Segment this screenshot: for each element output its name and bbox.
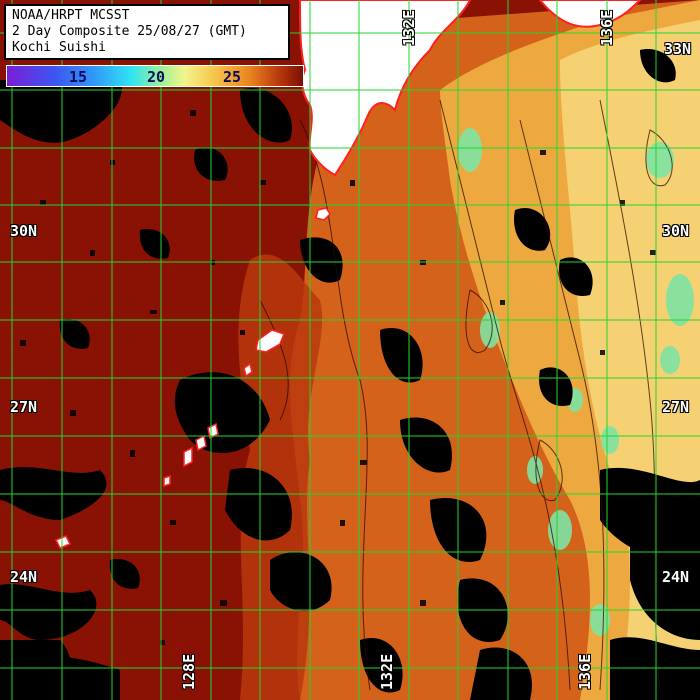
composite-date: 2 Day Composite 25/08/27 (GMT): [12, 24, 247, 39]
lat-label-33n-right: 33N: [664, 40, 692, 58]
scale-label-25: 25: [223, 68, 242, 86]
scale-label-15: 15: [69, 68, 88, 86]
lon-label-128e-bottom: 128E: [180, 653, 198, 690]
lat-label-30n-left: 30N: [10, 222, 38, 240]
lat-label-30n-right: 30N: [662, 222, 690, 240]
lon-label-136e-bottom: 136E: [576, 653, 594, 690]
lon-label-136e-top: 136E: [598, 9, 616, 46]
lat-label-24n-right: 24N: [662, 568, 690, 586]
lon-label-132e-top: 132E: [400, 9, 418, 46]
scale-label-20: 20: [147, 68, 166, 86]
lon-label-132e-bottom: 132E: [378, 653, 396, 690]
satellite-title: NOAA/HRPT MCSST: [12, 8, 130, 23]
lat-label-27n-left: 27N: [10, 398, 38, 416]
sst-map: NOAA/HRPT MCSST 2 Day Composite 25/08/27…: [0, 0, 700, 700]
lat-label-27n-right: 27N: [662, 398, 690, 416]
sst-map-canvas: [0, 0, 700, 700]
header-info-box: NOAA/HRPT MCSST 2 Day Composite 25/08/27…: [4, 4, 290, 60]
lat-label-24n-left: 24N: [10, 568, 38, 586]
temperature-color-scale: 15 20 25: [6, 65, 304, 87]
source-name: Kochi Suishi: [12, 40, 106, 55]
